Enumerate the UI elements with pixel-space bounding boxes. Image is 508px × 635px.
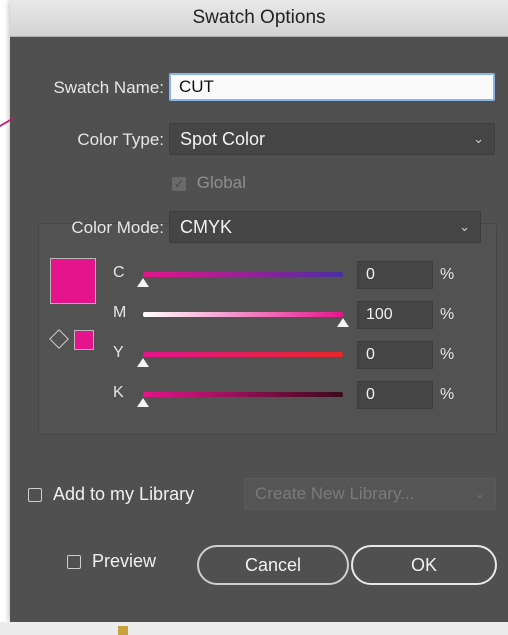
cancel-button[interactable]: Cancel — [197, 545, 349, 585]
chevron-down-icon: ⌄ — [474, 486, 485, 501]
gamut-swatch[interactable] — [74, 330, 94, 350]
color-type-value: Spot Color — [180, 129, 266, 149]
channel-c-input[interactable]: 0 — [357, 261, 433, 289]
channel-c-unit: % — [440, 266, 455, 283]
channel-k-unit: % — [440, 386, 455, 403]
add-to-library-row[interactable]: Add to my Library — [28, 484, 194, 505]
color-type-label: Color Type: — [77, 130, 164, 149]
ok-button[interactable]: OK — [351, 545, 497, 585]
channel-y-thumb[interactable] — [137, 358, 149, 367]
preview-label: Preview — [92, 551, 157, 571]
channel-y-slider[interactable] — [143, 352, 343, 357]
add-to-library-label: Add to my Library — [53, 484, 195, 504]
dialog-title: Swatch Options — [192, 7, 326, 28]
channel-y-value: 0 — [366, 346, 375, 363]
swatch-name-input[interactable]: CUT — [169, 73, 495, 101]
swatch-preview — [50, 258, 96, 304]
channel-m-thumb[interactable] — [337, 318, 349, 327]
library-dropdown-value: Create New Library... — [255, 484, 415, 503]
library-dropdown[interactable]: Create New Library... ⌄ — [244, 478, 496, 510]
channel-k-letter: K — [113, 384, 124, 401]
global-label: Global — [196, 173, 246, 192]
preview-checkbox[interactable] — [67, 555, 81, 570]
channel-m-slider[interactable] — [143, 312, 343, 317]
channel-m-value: 100 — [366, 306, 393, 323]
channel-m-letter: M — [113, 304, 127, 321]
color-mode-label: Color Mode: — [71, 218, 164, 237]
color-mode-value: CMYK — [180, 217, 233, 237]
swatch-name-value: CUT — [179, 77, 214, 96]
title-bar: Swatch Options — [10, 0, 508, 37]
channel-k-thumb[interactable] — [137, 398, 149, 407]
swatch-name-label: Swatch Name: — [53, 78, 164, 97]
chevron-down-icon: ⌄ — [459, 219, 470, 234]
channel-k-slider[interactable] — [143, 392, 343, 397]
channel-m-input[interactable]: 100 — [357, 301, 433, 329]
global-checkbox[interactable]: ✓ — [172, 176, 186, 191]
channel-c-letter: C — [113, 264, 125, 281]
channel-y-unit: % — [440, 346, 455, 363]
channel-c-value: 0 — [366, 266, 375, 283]
channel-c-slider[interactable] — [143, 272, 343, 277]
preview-row[interactable]: Preview — [67, 551, 156, 572]
background-mark — [118, 626, 128, 635]
channel-y-letter: Y — [113, 344, 124, 361]
chevron-down-icon: ⌄ — [473, 131, 484, 146]
channel-m-unit: % — [440, 306, 455, 323]
channel-k-input[interactable]: 0 — [357, 381, 433, 409]
color-type-dropdown[interactable]: Spot Color ⌄ — [169, 123, 495, 155]
global-checkbox-row[interactable]: ✓ Global — [172, 173, 246, 193]
color-mode-dropdown[interactable]: CMYK ⌄ — [169, 211, 481, 243]
channel-c-thumb[interactable] — [137, 278, 149, 287]
swatch-options-dialog: Swatch Options Swatch Name: CUT Color Ty… — [10, 0, 508, 622]
channel-y-input[interactable]: 0 — [357, 341, 433, 369]
background-strip — [0, 622, 508, 635]
add-to-library-checkbox[interactable] — [28, 488, 42, 503]
channel-k-value: 0 — [366, 386, 375, 403]
